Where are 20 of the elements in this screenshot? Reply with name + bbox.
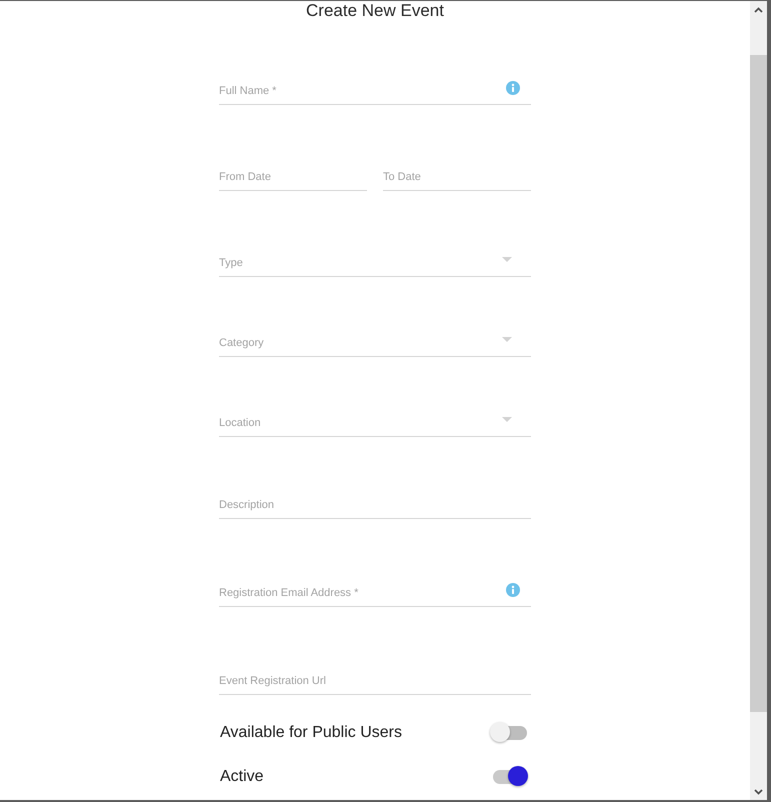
text-field[interactable]: Event Registration Url xyxy=(219,667,531,695)
info-icon[interactable] xyxy=(506,81,520,95)
dialog-title: Create New Event xyxy=(306,1,444,20)
dropdown-field[interactable]: Category xyxy=(219,329,531,357)
caret-icon xyxy=(502,257,512,262)
dropdown-field[interactable]: Location xyxy=(219,409,531,437)
switch-label: Available for Public Users xyxy=(220,724,402,742)
info-icon[interactable] xyxy=(506,583,520,597)
dropdown-field[interactable]: Type xyxy=(219,249,531,277)
switch-label: Active xyxy=(220,768,264,786)
text-field[interactable]: Registration Email Address * xyxy=(219,579,531,607)
scrollbar-thumb[interactable] xyxy=(750,55,767,712)
caret-icon xyxy=(502,417,512,422)
scrollbar[interactable] xyxy=(750,1,767,800)
text-field[interactable]: To Date xyxy=(383,163,531,191)
text-field[interactable]: From Date xyxy=(219,163,367,191)
text-field[interactable]: Description xyxy=(219,491,531,519)
chevron-down-icon[interactable] xyxy=(754,788,763,794)
chevron-up-icon[interactable] xyxy=(754,6,763,12)
caret-icon xyxy=(502,337,512,342)
